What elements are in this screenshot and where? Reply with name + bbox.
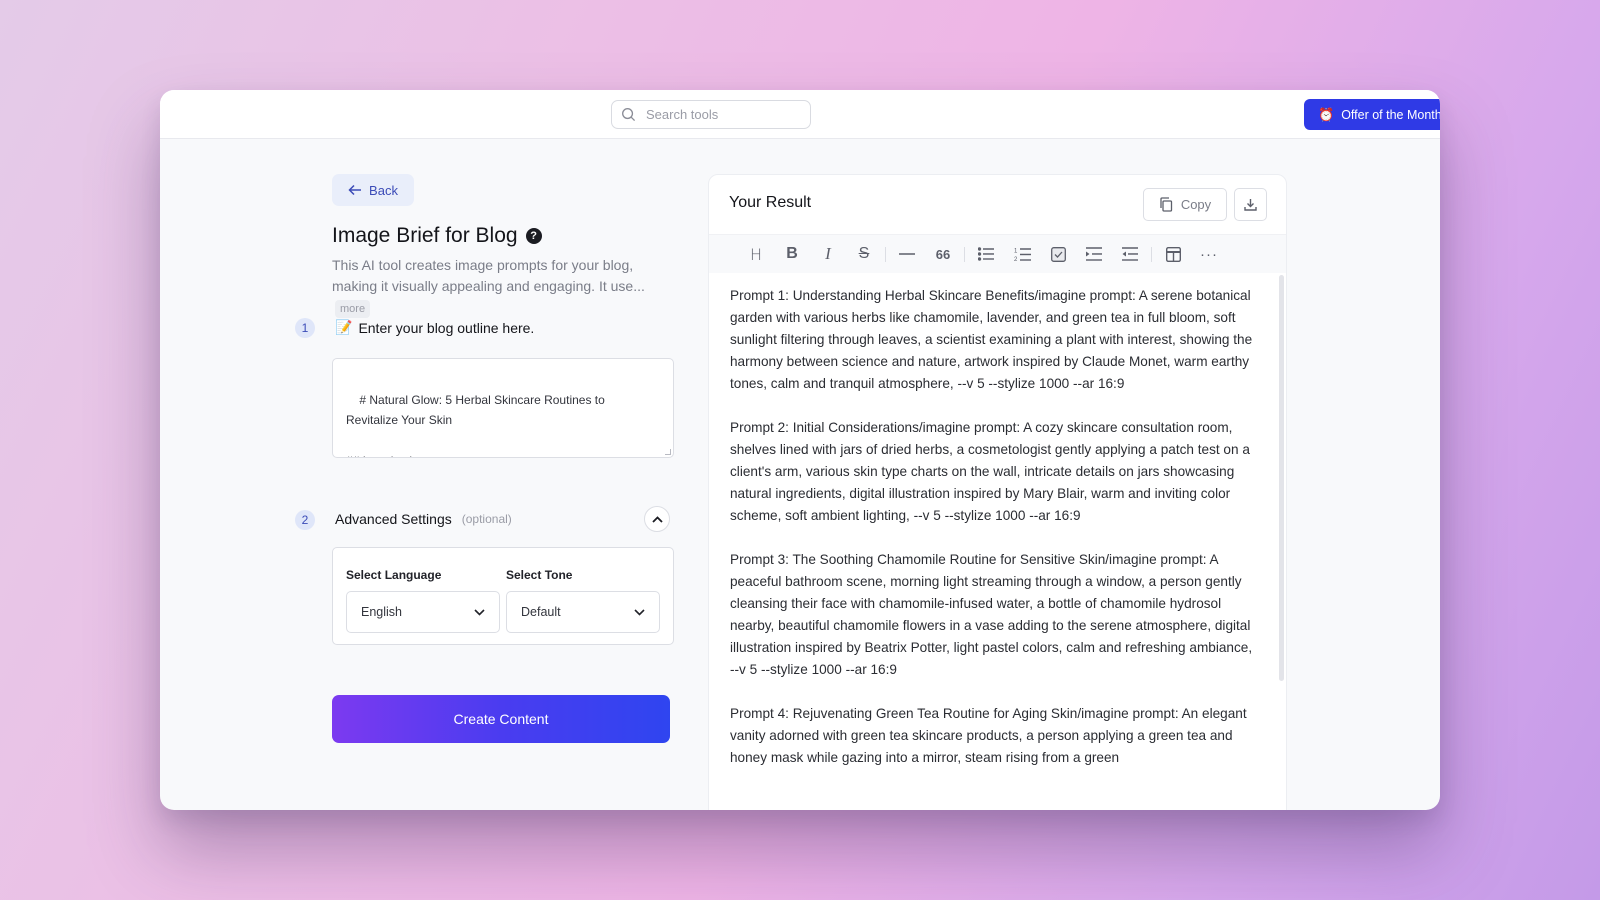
outdent-button[interactable] (1112, 240, 1148, 268)
editor-toolbar: H B I S 66 12 ··· (709, 234, 1286, 273)
copy-icon (1160, 197, 1172, 212)
collapse-advanced-button[interactable] (644, 506, 670, 532)
offer-label: Offer of the Month (1341, 107, 1440, 122)
search-placeholder: Search tools (646, 107, 719, 122)
result-content[interactable]: Prompt 1: Understanding Herbal Skincare … (730, 285, 1260, 791)
search-input[interactable]: Search tools (611, 100, 811, 129)
horizontal-rule-button[interactable] (889, 240, 925, 268)
quote-icon: 66 (935, 246, 951, 262)
outdent-icon (1122, 247, 1138, 261)
more-options-button[interactable]: ··· (1191, 240, 1227, 268)
back-label: Back (369, 182, 398, 198)
blog-outline-value: # Natural Glow: 5 Herbal Skincare Routin… (346, 392, 605, 458)
toolbar-divider (964, 246, 965, 262)
table-button[interactable] (1155, 240, 1191, 268)
arrow-left-icon (348, 184, 362, 196)
alarm-clock-icon: ⏰ (1318, 106, 1335, 122)
result-paragraph: Prompt 4: Rejuvenating Green Tea Routine… (730, 706, 1247, 765)
result-paragraph: Prompt 2: Initial Considerations/imagine… (730, 420, 1250, 523)
step-1-label: 📝 Enter your blog outline here. (335, 319, 534, 336)
svg-text:2: 2 (1014, 257, 1018, 262)
toolbar-divider (885, 246, 886, 262)
back-button[interactable]: Back (332, 174, 414, 206)
step-1-label-text: Enter your blog outline here. (358, 319, 535, 336)
strikethrough-icon: S (858, 245, 870, 262)
language-value: English (361, 605, 402, 619)
top-bar: Search tools ⏰ Offer of the Month (160, 90, 1440, 139)
scrollbar[interactable] (1279, 275, 1284, 681)
toolbar-divider (1151, 246, 1152, 262)
ordered-list-button[interactable]: 12 (1004, 240, 1040, 268)
description-text: This AI tool creates image prompts for y… (332, 257, 645, 294)
page-title-text: Image Brief for Blog (332, 224, 518, 247)
result-title: Your Result (729, 194, 812, 211)
optional-label: (optional) (461, 512, 512, 526)
copy-button[interactable]: Copy (1143, 188, 1227, 221)
help-icon[interactable]: ? (525, 228, 542, 244)
italic-button[interactable]: I (810, 240, 846, 268)
blockquote-button[interactable]: 66 (925, 240, 961, 268)
tone-select[interactable]: Default (506, 591, 660, 633)
copy-label: Copy (1180, 197, 1212, 212)
result-paragraph: Prompt 3: The Soothing Chamomile Routine… (730, 552, 1253, 677)
horizontal-rule-icon (899, 253, 915, 255)
italic-icon: I (825, 244, 831, 263)
ordered-list-icon: 12 (1014, 247, 1031, 262)
blog-outline-textarea[interactable]: # Natural Glow: 5 Herbal Skincare Routin… (332, 358, 674, 458)
result-paragraph: Prompt 1: Understanding Herbal Skincare … (730, 288, 1253, 391)
language-label: Select Language (346, 568, 442, 582)
indent-icon (1086, 247, 1102, 261)
bullet-list-icon (978, 247, 994, 261)
offer-of-the-month-button[interactable]: ⏰ Offer of the Month (1304, 99, 1440, 130)
strikethrough-button[interactable]: S (846, 240, 882, 268)
advanced-settings-label: Advanced Settings (335, 511, 452, 527)
bullet-list-button[interactable] (968, 240, 1004, 268)
page-title: Image Brief for Blog ? (332, 224, 542, 248)
memo-icon: 📝 (335, 319, 353, 335)
tone-label: Select Tone (506, 568, 573, 582)
language-select[interactable]: English (346, 591, 500, 633)
step-2-label: Advanced Settings (optional) (335, 511, 512, 527)
indent-button[interactable] (1076, 240, 1112, 268)
ellipsis-icon: ··· (1200, 245, 1218, 263)
download-button[interactable] (1234, 188, 1267, 221)
create-content-button[interactable]: Create Content (332, 695, 670, 743)
svg-text:1: 1 (1014, 248, 1018, 254)
bold-button[interactable]: B (774, 240, 810, 268)
download-icon (1244, 199, 1257, 211)
advanced-settings-panel: Select Language English Select Tone Defa… (332, 547, 674, 645)
chevron-up-icon (651, 515, 663, 523)
chevron-down-icon (474, 608, 485, 616)
chevron-down-icon (634, 608, 645, 616)
app-window: Search tools ⏰ Offer of the Month Back I… (160, 90, 1440, 810)
tone-value: Default (521, 605, 561, 619)
more-link[interactable]: more (335, 300, 371, 318)
checkbox-icon (1050, 246, 1066, 262)
table-icon (1165, 246, 1181, 262)
bold-icon: B (786, 245, 798, 262)
heading-icon: H (749, 244, 763, 264)
task-list-button[interactable] (1040, 240, 1076, 268)
result-panel: Your Result Copy H B I S 66 1 2 ··· Prom… (708, 174, 1287, 810)
tool-description: This AI tool creates image prompts for y… (332, 255, 682, 318)
search-icon (622, 108, 636, 122)
resize-handle[interactable] (665, 449, 671, 455)
heading-button[interactable]: H (738, 240, 774, 268)
step-2-badge: 2 (295, 510, 315, 530)
step-1-badge: 1 (295, 318, 315, 338)
